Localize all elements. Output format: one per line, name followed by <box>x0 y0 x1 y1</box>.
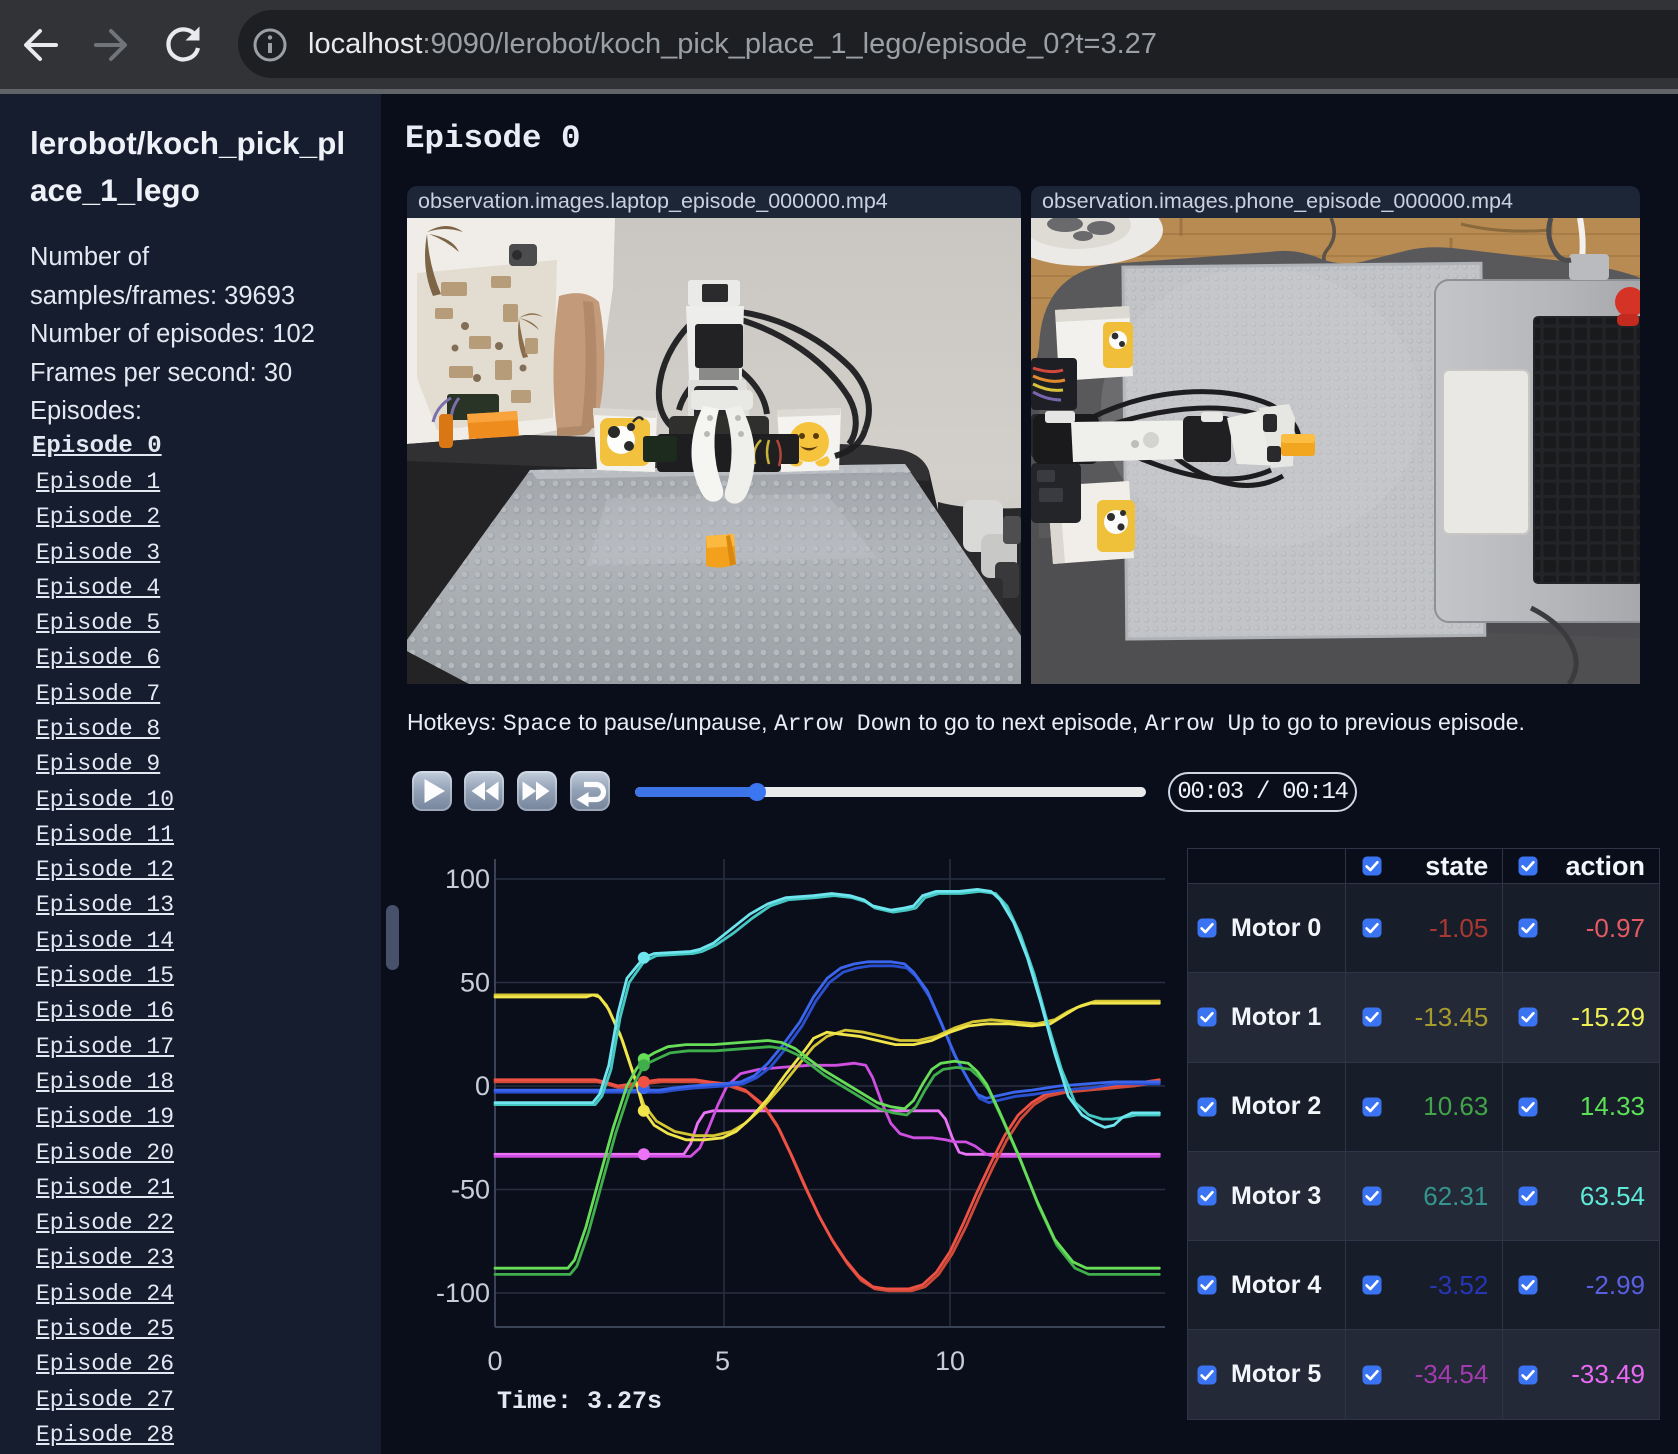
svg-text:100: 100 <box>445 864 490 894</box>
svg-text:0: 0 <box>487 1346 502 1376</box>
svg-text:Time: 3.27s: Time: 3.27s <box>497 1387 662 1416</box>
svg-text:0: 0 <box>475 1071 490 1101</box>
svg-text:5: 5 <box>715 1346 730 1376</box>
svg-text:-100: -100 <box>436 1278 490 1308</box>
svg-text:50: 50 <box>460 968 490 998</box>
svg-text:-50: -50 <box>451 1175 490 1205</box>
svg-text:10: 10 <box>935 1346 965 1376</box>
